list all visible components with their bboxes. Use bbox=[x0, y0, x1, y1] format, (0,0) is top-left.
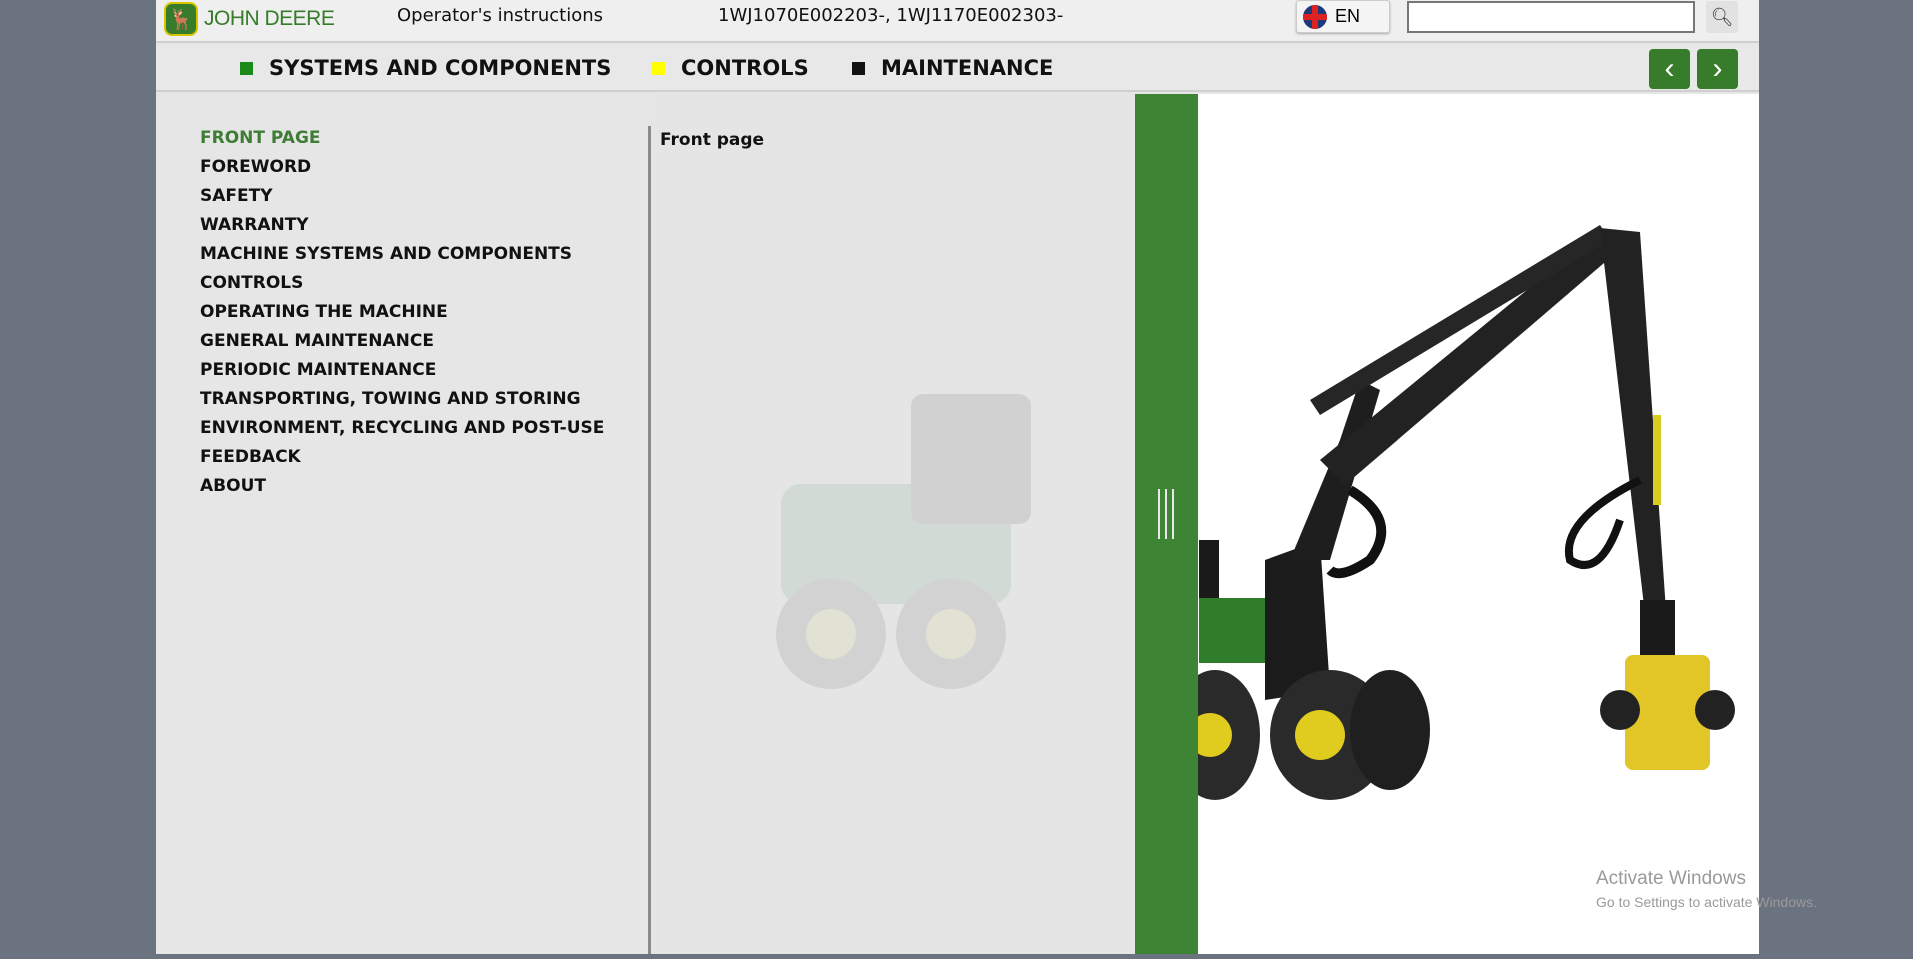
app-frame: 🦌 JOHN DEERE Operator's instructions 1WJ… bbox=[156, 0, 1759, 954]
search-button[interactable]: 🔍︎ bbox=[1706, 1, 1738, 33]
toc-item-general-maintenance[interactable]: GENERAL MAINTENANCE bbox=[200, 331, 604, 360]
watermark-title: Activate Windows bbox=[1596, 868, 1746, 889]
toc-item-environment[interactable]: ENVIRONMENT, RECYCLING AND POST-USE bbox=[200, 418, 604, 447]
toc-sidebar: FRONT PAGE FOREWORD SAFETY WARRANTY MACH… bbox=[156, 94, 648, 954]
toc-item-periodic-maintenance[interactable]: PERIODIC MAINTENANCE bbox=[200, 360, 604, 389]
toc-item-warranty[interactable]: WARRANTY bbox=[200, 215, 604, 244]
black-square-icon bbox=[852, 61, 865, 75]
drag-handle-icon[interactable] bbox=[1155, 489, 1177, 539]
toc-item-front-page[interactable]: FRONT PAGE bbox=[200, 128, 604, 157]
brand-name: JOHN DEERE bbox=[204, 7, 335, 30]
search-icon: 🔍︎ bbox=[1710, 6, 1734, 27]
front-page-image bbox=[1198, 94, 1759, 954]
green-square-icon bbox=[240, 61, 253, 75]
tab-label: MAINTENANCE bbox=[881, 56, 1054, 80]
tab-label: CONTROLS bbox=[681, 56, 809, 80]
top-bar: 🦌 JOHN DEERE Operator's instructions 1WJ… bbox=[156, 0, 1759, 43]
serial-numbers: 1WJ1070E002203-, 1WJ1170E002303- bbox=[718, 5, 1064, 26]
toc-item-controls[interactable]: CONTROLS bbox=[200, 273, 604, 302]
content-panel: Front page bbox=[651, 94, 1135, 954]
yellow-square-icon bbox=[652, 61, 665, 75]
language-label: EN bbox=[1335, 6, 1361, 26]
toc-item-operating[interactable]: OPERATING THE MACHINE bbox=[200, 302, 604, 331]
john-deere-logo[interactable]: 🦌 JOHN DEERE bbox=[164, 2, 335, 36]
faded-harvester-image bbox=[776, 394, 1031, 689]
tab-controls[interactable]: CONTROLS bbox=[652, 56, 809, 80]
toc-item-safety[interactable]: SAFETY bbox=[200, 186, 604, 215]
toc-item-foreword[interactable]: FOREWORD bbox=[200, 157, 604, 186]
activation-watermark: Activate Windows Go to Settings to activ… bbox=[1596, 868, 1817, 910]
chevron-left-icon: ‹ bbox=[1664, 52, 1675, 85]
watermark-subtitle: Go to Settings to activate Windows. bbox=[1596, 894, 1817, 910]
deer-icon: 🦌 bbox=[164, 2, 198, 36]
toc-item-about[interactable]: ABOUT bbox=[200, 476, 604, 505]
toc-item-machine-systems[interactable]: MACHINE SYSTEMS AND COMPONENTS bbox=[200, 244, 604, 273]
splitter-bar[interactable] bbox=[1135, 94, 1198, 954]
toc-item-feedback[interactable]: FEEDBACK bbox=[200, 447, 604, 476]
harvester-illustration bbox=[1198, 225, 1735, 800]
language-selector[interactable]: EN bbox=[1296, 0, 1390, 33]
section-nav: SYSTEMS AND COMPONENTS CONTROLS MAINTENA… bbox=[156, 45, 1759, 92]
manual-title: Operator's instructions bbox=[397, 5, 604, 26]
uk-flag-icon bbox=[1303, 4, 1327, 29]
search-input[interactable] bbox=[1407, 1, 1695, 33]
toc-item-transporting[interactable]: TRANSPORTING, TOWING AND STORING bbox=[200, 389, 604, 418]
tab-systems-and-components[interactable]: SYSTEMS AND COMPONENTS bbox=[240, 56, 611, 80]
tab-label: SYSTEMS AND COMPONENTS bbox=[269, 56, 612, 80]
tab-maintenance[interactable]: MAINTENANCE bbox=[852, 56, 1053, 80]
chevron-right-icon: › bbox=[1712, 52, 1723, 85]
next-button[interactable]: › bbox=[1697, 49, 1738, 89]
previous-button[interactable]: ‹ bbox=[1649, 49, 1690, 89]
